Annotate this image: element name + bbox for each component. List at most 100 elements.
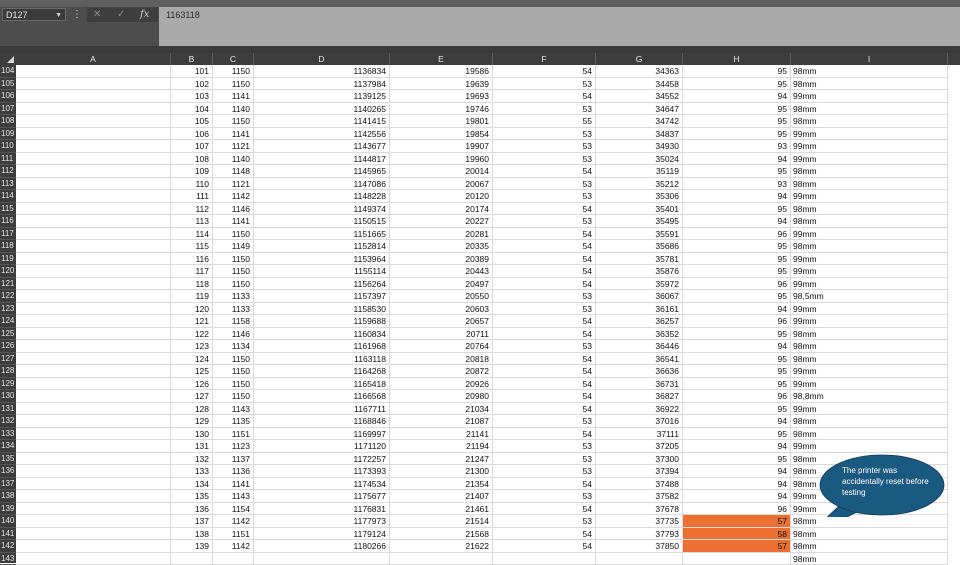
- cell-c[interactable]: 1134: [213, 340, 254, 353]
- cell-h[interactable]: 95: [683, 328, 791, 341]
- cell-d[interactable]: 1141415: [254, 115, 390, 128]
- confirm-check-icon[interactable]: ✓: [117, 7, 125, 22]
- row-header[interactable]: 117: [0, 228, 16, 241]
- cell-i[interactable]: 98,5mm: [791, 290, 948, 303]
- cell-i[interactable]: 98mm: [791, 328, 948, 341]
- cell-e[interactable]: 20926: [390, 378, 493, 391]
- cell-g[interactable]: 35591: [596, 228, 683, 241]
- cell-e[interactable]: 21514: [390, 515, 493, 528]
- cell-h[interactable]: 93: [683, 178, 791, 191]
- cell-f[interactable]: 54: [493, 378, 596, 391]
- cell-g[interactable]: 36541: [596, 353, 683, 366]
- cell-b[interactable]: 111: [171, 190, 213, 203]
- row-header[interactable]: 107: [0, 103, 16, 116]
- cell-a[interactable]: [16, 540, 171, 553]
- cell-b[interactable]: 119: [171, 290, 213, 303]
- cell-i[interactable]: 98mm: [791, 340, 948, 353]
- cell-d[interactable]: 1164268: [254, 365, 390, 378]
- cell-h[interactable]: 94: [683, 90, 791, 103]
- cell-e[interactable]: 20443: [390, 265, 493, 278]
- row-header[interactable]: 127: [0, 353, 16, 366]
- cell-e[interactable]: [390, 553, 493, 565]
- cell-g[interactable]: 36352: [596, 328, 683, 341]
- cell-c[interactable]: 1150: [213, 265, 254, 278]
- cell-f[interactable]: 53: [493, 190, 596, 203]
- cell-c[interactable]: 1150: [213, 65, 254, 78]
- function-fx-icon[interactable]: fx: [140, 7, 149, 22]
- cell-a[interactable]: [16, 190, 171, 203]
- cell-b[interactable]: 120: [171, 303, 213, 316]
- cell-d[interactable]: 1147086: [254, 178, 390, 191]
- cell-e[interactable]: 21247: [390, 453, 493, 466]
- cell-g[interactable]: 35306: [596, 190, 683, 203]
- cell-g[interactable]: 34647: [596, 103, 683, 116]
- cell-b[interactable]: 138: [171, 528, 213, 541]
- cell-b[interactable]: 134: [171, 478, 213, 491]
- cell-c[interactable]: 1140: [213, 153, 254, 166]
- cell-a[interactable]: [16, 140, 171, 153]
- cell-c[interactable]: 1137: [213, 453, 254, 466]
- column-header-g[interactable]: G: [596, 53, 683, 65]
- cell-f[interactable]: 54: [493, 253, 596, 266]
- cell-b[interactable]: 121: [171, 315, 213, 328]
- cell-f[interactable]: 53: [493, 303, 596, 316]
- cell-d[interactable]: 1158530: [254, 303, 390, 316]
- cancel-x-icon[interactable]: ✕: [93, 7, 101, 22]
- row-header[interactable]: 108: [0, 115, 16, 128]
- row-header[interactable]: 141: [0, 528, 16, 541]
- cell-a[interactable]: [16, 153, 171, 166]
- cell-h[interactable]: 94: [683, 153, 791, 166]
- cell-b[interactable]: 126: [171, 378, 213, 391]
- cell-f[interactable]: 53: [493, 340, 596, 353]
- cell-f[interactable]: 53: [493, 440, 596, 453]
- cell-g[interactable]: 35495: [596, 215, 683, 228]
- cell-c[interactable]: 1149: [213, 240, 254, 253]
- cell-b[interactable]: 131: [171, 440, 213, 453]
- cell-a[interactable]: [16, 65, 171, 78]
- cell-b[interactable]: 114: [171, 228, 213, 241]
- cell-e[interactable]: 21622: [390, 540, 493, 553]
- cell-a[interactable]: [16, 365, 171, 378]
- cell-f[interactable]: 53: [493, 515, 596, 528]
- cell-c[interactable]: 1123: [213, 440, 254, 453]
- cell-b[interactable]: 130: [171, 428, 213, 441]
- cell-a[interactable]: [16, 415, 171, 428]
- cell-h[interactable]: 57: [683, 515, 791, 528]
- cell-b[interactable]: 102: [171, 78, 213, 91]
- cell-g[interactable]: 37205: [596, 440, 683, 453]
- cell-g[interactable]: 34930: [596, 140, 683, 153]
- cell-f[interactable]: 54: [493, 65, 596, 78]
- cell-a[interactable]: [16, 128, 171, 141]
- column-header-h[interactable]: H: [683, 53, 791, 65]
- cell-d[interactable]: 1180266: [254, 540, 390, 553]
- cell-f[interactable]: 54: [493, 278, 596, 291]
- cell-c[interactable]: 1141: [213, 215, 254, 228]
- cell-i[interactable]: 98mm: [791, 178, 948, 191]
- cell-a[interactable]: [16, 403, 171, 416]
- cell-d[interactable]: 1160834: [254, 328, 390, 341]
- cell-e[interactable]: 21194: [390, 440, 493, 453]
- cell-c[interactable]: 1151: [213, 528, 254, 541]
- cell-e[interactable]: 19693: [390, 90, 493, 103]
- cell-b[interactable]: 139: [171, 540, 213, 553]
- cell-f[interactable]: 53: [493, 215, 596, 228]
- cell-h[interactable]: 94: [683, 190, 791, 203]
- chevron-down-icon[interactable]: ▼: [55, 9, 62, 22]
- cell-d[interactable]: 1163118: [254, 353, 390, 366]
- cell-b[interactable]: 128: [171, 403, 213, 416]
- cell-b[interactable]: 125: [171, 365, 213, 378]
- cell-d[interactable]: 1156264: [254, 278, 390, 291]
- cell-i[interactable]: 98mm: [791, 240, 948, 253]
- cell-e[interactable]: 19586: [390, 65, 493, 78]
- cell-h[interactable]: 96: [683, 278, 791, 291]
- column-header-b[interactable]: B: [171, 53, 213, 65]
- cell-g[interactable]: 34837: [596, 128, 683, 141]
- cell-a[interactable]: [16, 203, 171, 216]
- cell-i[interactable]: 98,8mm: [791, 390, 948, 403]
- cell-b[interactable]: 113: [171, 215, 213, 228]
- cell-c[interactable]: 1151: [213, 428, 254, 441]
- cell-c[interactable]: 1150: [213, 353, 254, 366]
- cell-d[interactable]: 1173393: [254, 465, 390, 478]
- cell-d[interactable]: 1139125: [254, 90, 390, 103]
- cell-e[interactable]: 20657: [390, 315, 493, 328]
